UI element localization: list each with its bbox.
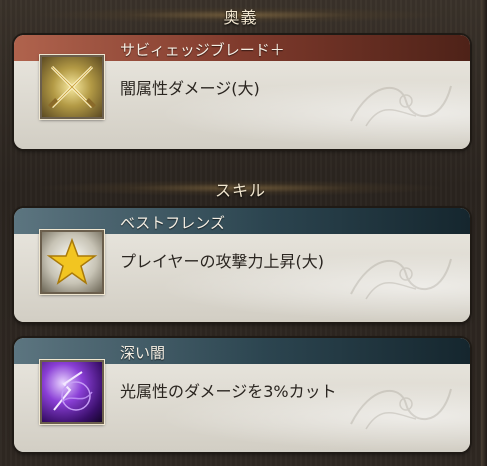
dark-orb-icon — [40, 360, 104, 424]
skill-card-best-friends[interactable]: ベストフレンズ プレイヤーの攻撃力上昇(大) — [14, 208, 470, 322]
ougi-description: 闇属性ダメージ(大) — [120, 79, 260, 98]
flourish-ornament — [350, 388, 452, 430]
star-icon — [40, 230, 104, 294]
flourish-ornament — [350, 85, 452, 127]
ougi-card[interactable]: サビィェッジブレード＋ 闇属性ダメージ(大) — [14, 35, 470, 149]
skill-description: プレイヤーの攻撃力上昇(大) — [120, 252, 325, 271]
scrollbar-track[interactable] — [481, 0, 487, 466]
flourish-ornament — [350, 258, 452, 300]
skill-description: 光属性のダメージを3%カット — [120, 382, 337, 401]
crossed-swords-icon — [40, 55, 104, 119]
ougi-name: サビィェッジブレード＋ — [120, 41, 285, 59]
section-title-skill: スキル — [214, 181, 266, 200]
skill-card-deep-darkness[interactable]: 深い闇 光属性のダメージを3%カット — [14, 338, 470, 452]
section-title-ougi: 奥義 — [223, 8, 258, 27]
skill-name: 深い闇 — [120, 344, 166, 362]
skill-name: ベストフレンズ — [120, 214, 226, 232]
